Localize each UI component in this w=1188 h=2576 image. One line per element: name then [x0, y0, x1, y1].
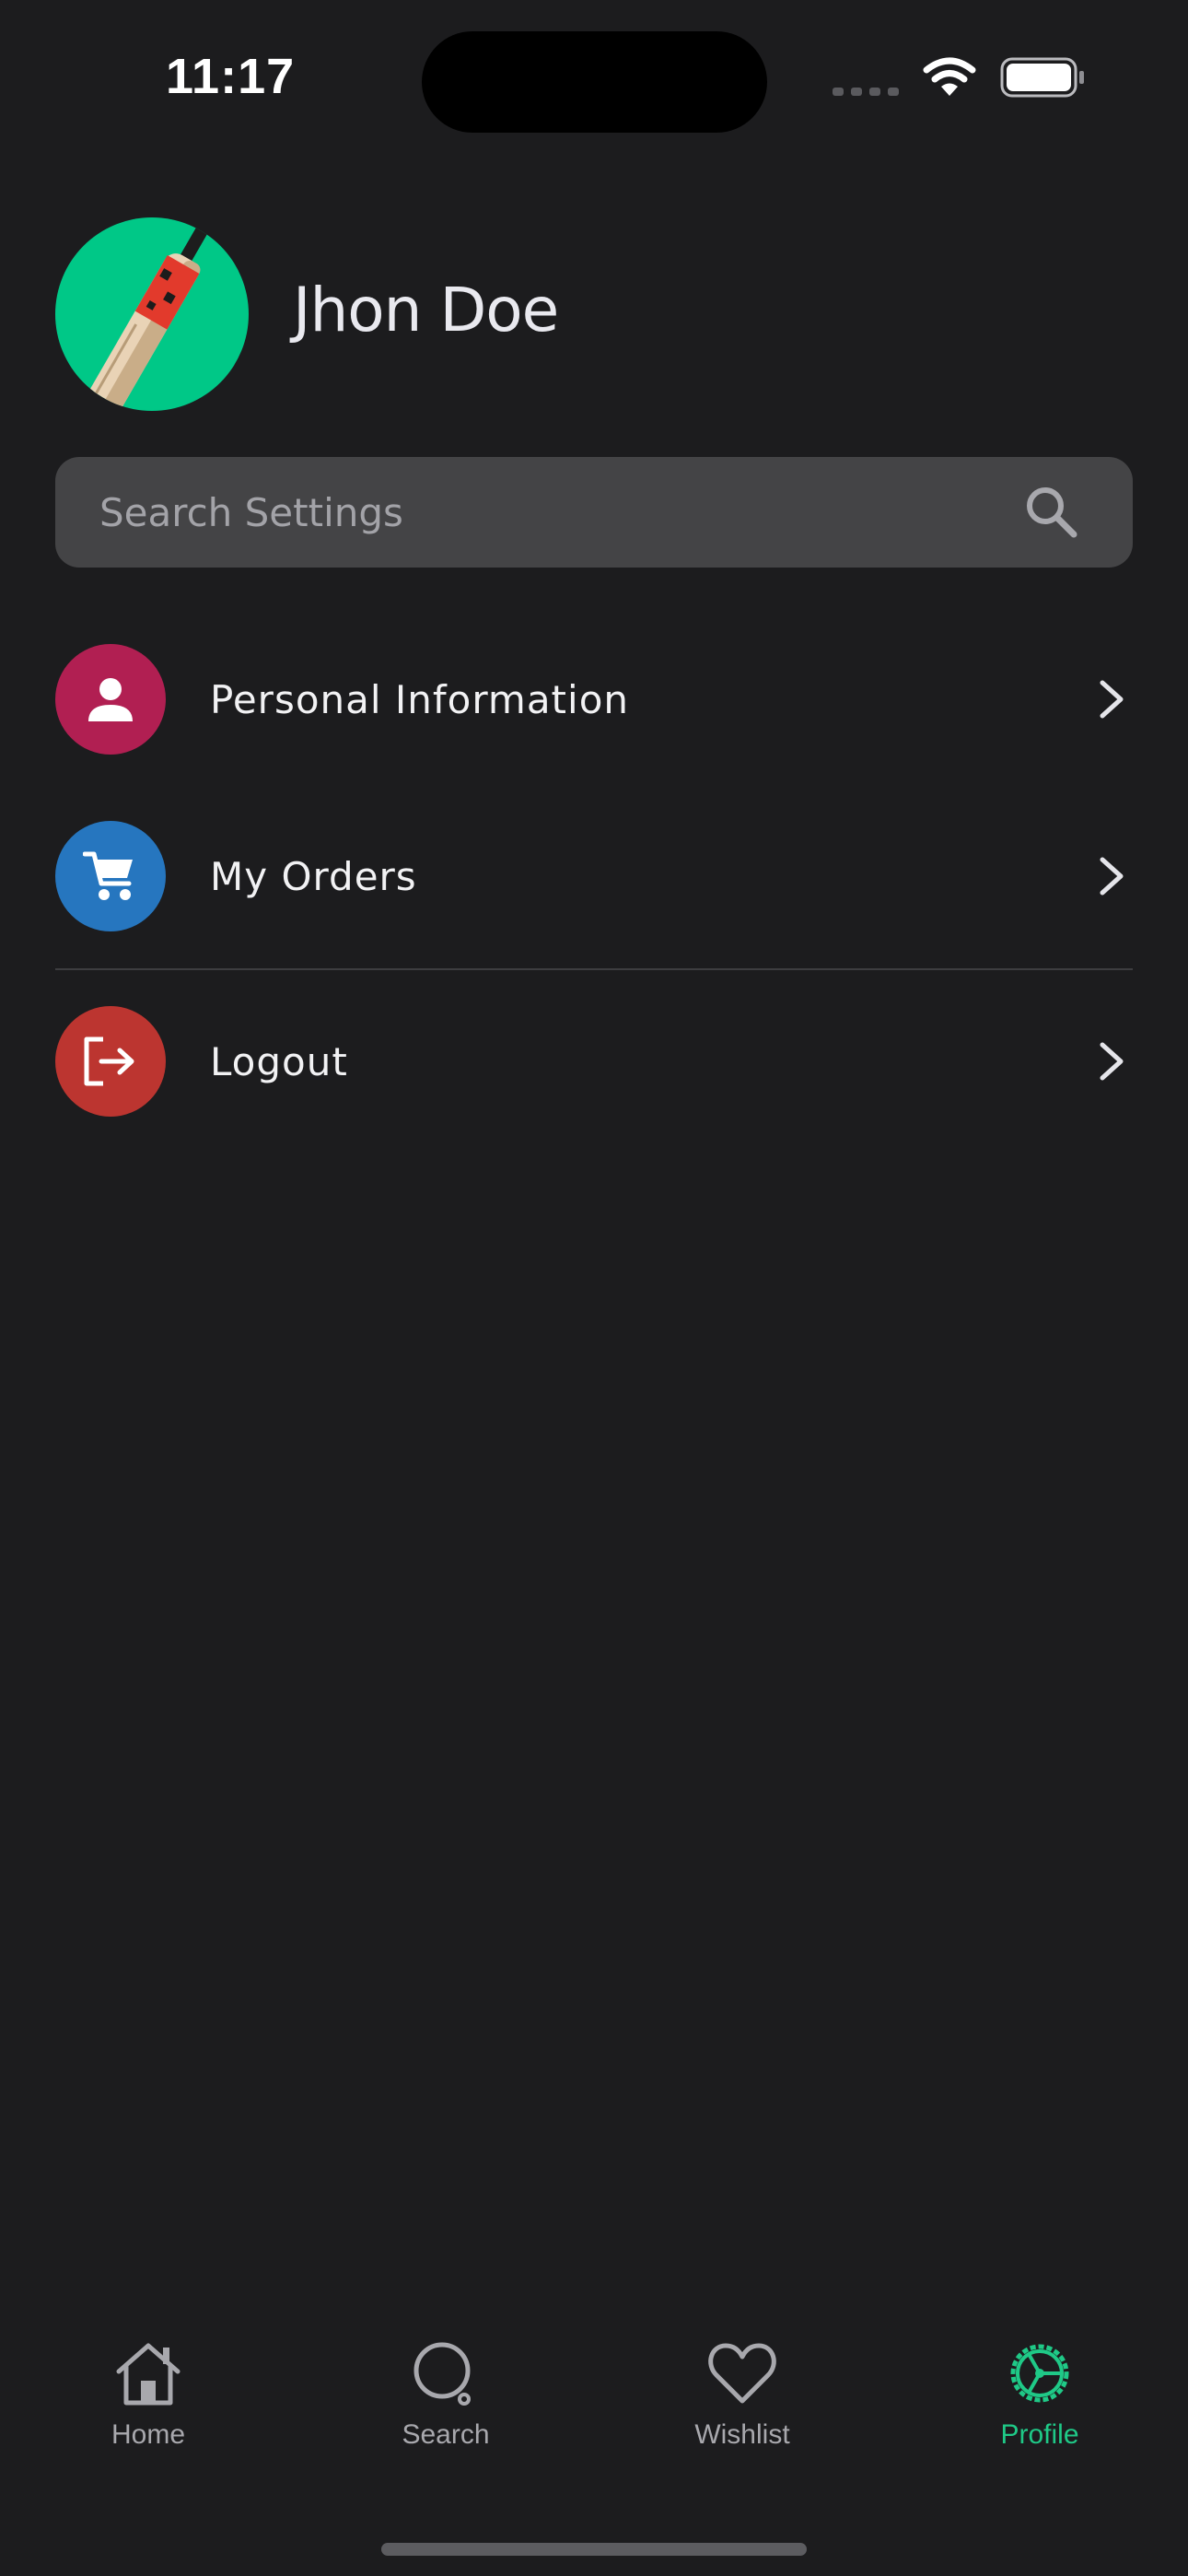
battery-icon	[1000, 57, 1084, 98]
menu-label-logout: Logout	[210, 1038, 348, 1084]
tab-bar: Home Search Wishlist Profile	[0, 2340, 1188, 2488]
search-bar[interactable]	[55, 457, 1133, 568]
chevron-right-icon	[1100, 857, 1124, 896]
search-input[interactable]	[99, 457, 1020, 568]
tab-label-wishlist: Wishlist	[694, 2419, 790, 2450]
home-icon	[116, 2343, 181, 2406]
home-indicator	[381, 2543, 807, 2556]
menu-label-personal-information: Personal Information	[210, 676, 630, 722]
wifi-icon	[923, 57, 976, 96]
status-indicators	[833, 57, 1087, 98]
menu-label-my-orders: My Orders	[210, 853, 417, 899]
search-icon	[413, 2342, 471, 2406]
tab-wishlist[interactable]: Wishlist	[650, 2340, 834, 2451]
menu-item-personal-information[interactable]: Personal Information	[55, 644, 1133, 755]
logout-icon-badge	[55, 1006, 166, 1117]
dynamic-island	[422, 31, 767, 133]
status-time: 11:17	[166, 49, 296, 104]
menu-item-my-orders[interactable]: My Orders	[55, 821, 1133, 931]
profile-screen: 11:17 Jhon Doe Search Settings Personal …	[0, 0, 1188, 2576]
user-name: Jhon Doe	[293, 275, 559, 345]
orders-icon-badge	[55, 821, 166, 931]
tab-label-home: Home	[111, 2419, 186, 2450]
logout-icon	[84, 1036, 134, 1086]
menu-item-logout[interactable]: Logout	[55, 1006, 1133, 1117]
personal-info-icon-badge	[55, 644, 166, 755]
tab-label-search: Search	[402, 2419, 490, 2450]
tab-profile[interactable]: Profile	[948, 2340, 1132, 2451]
search-icon[interactable]	[1024, 485, 1079, 540]
cart-icon	[83, 851, 133, 900]
tab-home[interactable]: Home	[56, 2340, 240, 2451]
cellular-signal-icon	[833, 59, 899, 96]
cricket-bat-icon	[78, 217, 214, 411]
gear-icon	[1010, 2344, 1069, 2403]
heart-icon	[708, 2343, 776, 2404]
avatar[interactable]	[55, 217, 249, 411]
chevron-right-icon	[1100, 680, 1124, 719]
tab-search[interactable]: Search	[354, 2340, 538, 2451]
chevron-right-icon	[1100, 1042, 1124, 1081]
tab-label-profile: Profile	[1000, 2419, 1079, 2450]
person-icon	[88, 678, 133, 721]
menu-divider	[55, 968, 1133, 970]
